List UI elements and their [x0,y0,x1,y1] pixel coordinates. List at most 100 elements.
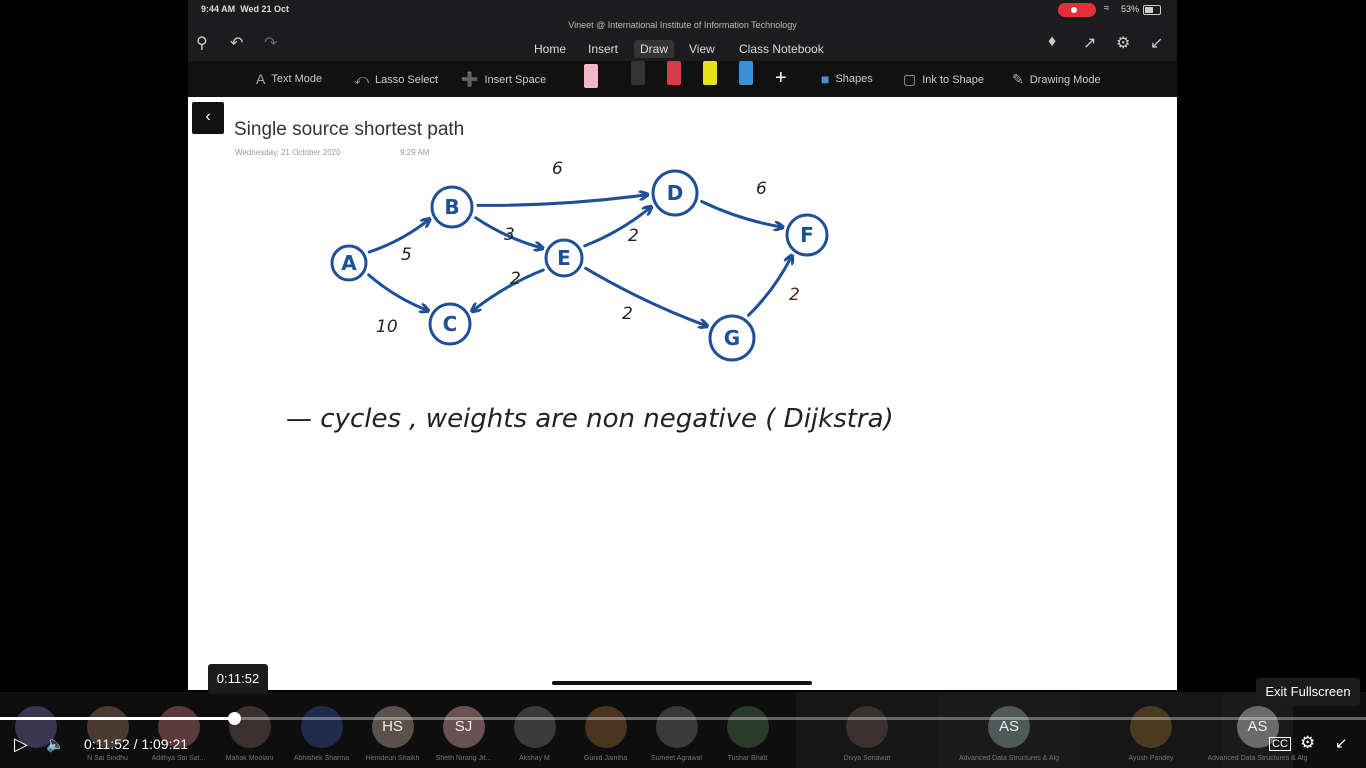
status-time: 9:44 AM Wed 21 Oct [201,4,290,14]
time-separator: / [133,736,138,752]
lasso-icon: ⤺ [354,71,369,87]
seek-bar-thumb[interactable] [227,712,241,725]
tab-class-notebook[interactable]: Class Notebook [733,40,830,58]
avatar [300,706,343,748]
settings-gear-icon[interactable]: ⚙ [1300,733,1315,753]
edge-weight-label: 10 [376,317,398,337]
eraser-pen[interactable] [584,64,598,88]
battery-icon [1143,5,1161,15]
play-icon[interactable]: ▷ [14,734,28,755]
ink-to-shape-label: Ink to Shape [922,73,985,86]
lasso-select-button[interactable]: ⤺ Lasso Select [354,71,438,88]
ipad-status-bar: 9:44 AM Wed 21 Oct ≈ 53% [188,0,1177,20]
captions-icon[interactable]: CC [1269,737,1291,751]
edge-weight-label: 5 [401,245,412,265]
battery-percent: 53% [1121,4,1140,14]
add-pen-icon[interactable]: + [775,67,787,90]
edge-e-d [583,207,651,248]
edge-weight-label: 6 [552,159,563,179]
edge-g-f [746,256,791,317]
yellow-highlighter[interactable] [703,61,717,85]
blue-pen[interactable] [739,61,753,85]
node-label-a: A [341,251,357,275]
settings-icon[interactable]: ⚙ [1116,33,1130,53]
wifi-icon: ≈ [1104,3,1110,14]
edge-weight-label: 6 [756,179,767,199]
participant-tile[interactable]: Divya Sonawat [796,692,938,768]
edge-a-c [367,273,428,311]
time-display: 0:11:52 / 1:09:21 [84,736,188,752]
tab-home[interactable]: Home [528,40,572,58]
shapes-label: Shapes [835,73,873,85]
exit-fullscreen-tooltip: Exit Fullscreen [1256,678,1360,706]
avatar: SJ [442,706,485,748]
seek-bar-played [0,717,234,720]
participant-strip: N Sai Sindhu Adithya Sai Sat... Mahak Mool… [0,692,1366,768]
redo-icon[interactable]: ↷ [264,33,277,53]
avatar [513,706,556,748]
text-mode-label: Text Mode [271,73,323,85]
volume-icon[interactable]: 🔈 [46,735,65,753]
participant-name: Ayush Pandey [1128,755,1174,762]
node-label-c: C [443,312,458,336]
draw-toolbar: A Text Mode ⤺ Lasso Select ➕ Insert Spac… [188,61,1177,97]
avatar [584,706,627,748]
node-label-b: B [444,195,459,219]
edge-weight-label: 2 [510,269,521,289]
exit-fullscreen-icon[interactable]: ↙ [1335,734,1348,752]
participant-name: Advanced Data Structures & Algori... [1207,755,1308,762]
shapes-button[interactable]: ■ Shapes [821,71,873,87]
node-label-d: D [667,181,684,205]
participant-tile[interactable]: AS Advanced Data Structures & Algorit... [938,692,1080,768]
ink-to-shape-button[interactable]: ▢ Ink to Shape [903,71,984,88]
undo-icon[interactable]: ↶ [230,33,243,53]
participant-tile[interactable]: Tushar Bhatt [712,692,783,768]
drawing-mode-icon: ✎ [1012,71,1024,87]
edge-b-d [476,195,647,207]
recording-icon [1058,3,1096,17]
lasso-select-label: Lasso Select [374,73,438,86]
seek-time-tooltip: 0:11:52 [208,664,268,694]
shapes-icon: ■ [821,71,830,87]
insert-space-button[interactable]: ➕ Insert Space [461,71,546,88]
drawing-mode-button[interactable]: ✎ Drawing Mode [1012,71,1101,88]
participant-name: Advanced Data Structures & Algorit... [959,755,1059,762]
onenote-top-bar: ⚲ ↶ ↷ Home Insert Draw View Class Notebo… [188,30,1177,60]
black-pen[interactable] [631,61,645,85]
drawing-mode-label: Drawing Mode [1029,73,1101,86]
participant-name: Tushar Bhatt [727,755,768,762]
ink-to-shape-icon: ▢ [903,71,917,87]
avatar: AS [988,706,1030,748]
seek-bar[interactable] [0,712,1366,725]
edge-weight-label: 2 [628,226,639,246]
edge-weight-label: 2 [789,285,800,305]
edge-weight-label: 2 [622,304,633,324]
avatar [726,706,769,748]
node-label-g: G [724,326,740,350]
bell-icon[interactable]: ♦ [1048,33,1056,51]
collapse-icon[interactable]: ↙ [1150,33,1163,53]
insert-space-label: Insert Space [484,73,547,86]
insert-space-icon: ➕ [461,71,479,87]
edge-e-c [473,268,545,311]
tab-view[interactable]: View [683,40,721,58]
note-page[interactable]: ‹ Single source shortest path Wednesday,… [188,97,1177,690]
edge-e-g [584,266,707,326]
node-label-f: F [800,223,814,247]
tab-draw[interactable]: Draw [634,40,675,58]
red-pen[interactable] [667,61,681,85]
document-title: Vineet @ International Institute of Info… [568,20,797,30]
avatar [1130,706,1172,748]
node-label-e: E [557,246,571,270]
participant-tile[interactable]: Ayush Pandey [1080,692,1222,768]
text-icon: A [256,71,266,87]
edge-a-b [367,219,429,254]
share-icon[interactable]: ↗ [1083,33,1096,53]
current-time: 0:11:52 [84,736,130,752]
tab-insert[interactable]: Insert [582,40,624,58]
participant-name: Divya Sonawat [843,755,891,762]
avatar: HS [371,706,414,748]
search-icon[interactable]: ⚲ [196,33,208,53]
avatar [846,706,888,748]
text-mode-button[interactable]: A Text Mode [256,71,322,87]
